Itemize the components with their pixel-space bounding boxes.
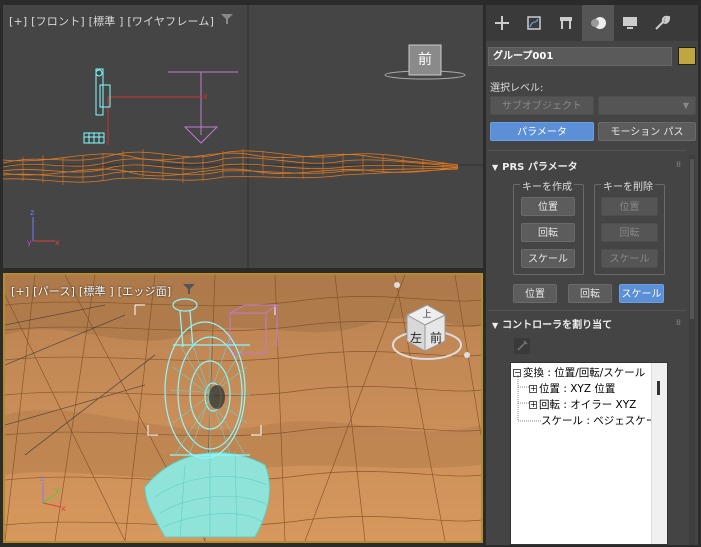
prs-rollout-title: PRS パラメータ <box>502 162 578 173</box>
tab-hierarchy[interactable] <box>550 5 582 41</box>
modify-icon <box>527 16 541 30</box>
svg-text:y: y <box>27 238 32 247</box>
svg-text:x: x <box>61 504 66 513</box>
viewport-front-label[interactable]: [+] [フロント] [標準 ] [ワイヤフレーム] <box>9 13 214 29</box>
hierarchy-icon <box>560 17 572 29</box>
filter-icon[interactable] <box>221 14 233 24</box>
delete-key-title: キーを削除 <box>601 178 655 193</box>
app-window: x z x y [+] [フロント] [標準] [ワイヤフレーム] 前 z x… <box>0 0 701 547</box>
utilities-icon <box>655 15 671 30</box>
viewcube-top-face[interactable]: 上 <box>419 307 435 320</box>
viewcube-left-face[interactable]: 左 <box>407 329 425 346</box>
delete-position-key-button[interactable]: 位置 <box>601 197 658 216</box>
create-icon <box>495 16 509 30</box>
parameters-button[interactable]: パラメータ <box>490 122 594 141</box>
create-position-key-button[interactable]: 位置 <box>521 197 575 216</box>
grip-icon[interactable]: ⁞⁞ <box>676 318 681 327</box>
selection-level-label: 選択レベル: <box>490 83 544 94</box>
filter-icon[interactable] <box>183 284 195 294</box>
create-key-title: キーを作成 <box>520 178 574 193</box>
tab-create[interactable] <box>486 5 518 41</box>
tab-modify[interactable] <box>518 5 550 41</box>
delete-rotation-key-button[interactable]: 回転 <box>601 223 658 242</box>
create-scale-key-button[interactable]: スケール <box>521 249 575 268</box>
tree-scrollbar[interactable] <box>651 363 667 544</box>
tree-lines <box>517 375 541 422</box>
rotation-tab-button[interactable]: 回転 <box>568 284 612 303</box>
collapse-triangle-icon: ▼ <box>492 321 499 330</box>
position-tab-button[interactable]: 位置 <box>513 284 557 303</box>
selected-group-front <box>83 68 111 144</box>
camera-target-wire <box>168 71 238 144</box>
svg-text:z: z <box>40 474 44 483</box>
subobject-dropdown[interactable]: ▼ <box>598 96 696 115</box>
tab-motion[interactable] <box>582 5 614 41</box>
terrain-wireframe <box>3 150 459 183</box>
svg-text:z: z <box>30 208 34 217</box>
controller-tree[interactable]: − 変換 : 位置/回転/スケール + 位置 : XYZ 位置 + 回転 : オイラー… <box>510 362 668 545</box>
scrollbar-thumb[interactable] <box>690 159 694 319</box>
svg-text:x: x <box>55 238 60 247</box>
axis-gizmo-front: z x y <box>27 208 60 247</box>
command-panel: グループ001 選択レベル: サブオブジェクト ▼ パラメータ モーション パス… <box>486 5 698 545</box>
assign-controller-icon <box>517 340 528 351</box>
front-viewport-scene: x z x y <box>3 5 483 268</box>
delete-scale-key-button[interactable]: スケール <box>601 249 658 268</box>
command-panel-tabs <box>486 5 698 41</box>
assign-controller-rollout-header[interactable]: ▼ コントローラを割り当て ⁞⁞ <box>488 316 686 332</box>
prs-rollout-header[interactable]: ▼ PRS パラメータ ⁞⁞ <box>488 158 686 174</box>
panel-scrollbar[interactable] <box>689 155 695 545</box>
chevron-down-icon: ▼ <box>682 101 689 110</box>
viewport-persp-label[interactable]: [+] [パース] [標準 ] [エッジ面] <box>11 283 171 299</box>
object-color-swatch[interactable] <box>678 47 696 65</box>
divider <box>488 150 686 151</box>
tab-utilities[interactable] <box>646 5 678 41</box>
tab-display[interactable] <box>614 5 646 41</box>
viewport-front[interactable]: x z x y [+] [フロント] [標準] [ワイヤフレーム] 前 <box>3 5 483 268</box>
viewcube-front-face[interactable]: 前 <box>409 49 441 71</box>
viewcube-front-face[interactable]: 前 <box>427 329 445 346</box>
collapse-triangle-icon: ▼ <box>492 163 499 172</box>
scrollbar-thumb[interactable] <box>657 381 660 395</box>
motion-paths-button[interactable]: モーション パス <box>598 122 696 141</box>
grip-icon[interactable]: ⁞⁞ <box>676 160 681 169</box>
scale-tab-button[interactable]: スケール <box>619 284 664 303</box>
object-name-field[interactable]: グループ001 <box>488 47 672 66</box>
display-icon <box>623 17 637 29</box>
perspective-viewport-scene: z x y <box>5 275 481 541</box>
viewport-perspective[interactable]: z x y [+] [パース] [標準 ] [エッジ面] 上 前 左 <box>3 273 483 543</box>
divider <box>488 310 686 311</box>
assign-controller-title: コントローラを割り当て <box>502 320 613 331</box>
motion-icon <box>591 17 606 29</box>
svg-text:y: y <box>55 486 60 495</box>
subobject-button[interactable]: サブオブジェクト <box>490 96 594 115</box>
assign-controller-button[interactable] <box>514 338 530 354</box>
svg-text:x: x <box>203 92 208 101</box>
create-rotation-key-button[interactable]: 回転 <box>521 223 575 242</box>
